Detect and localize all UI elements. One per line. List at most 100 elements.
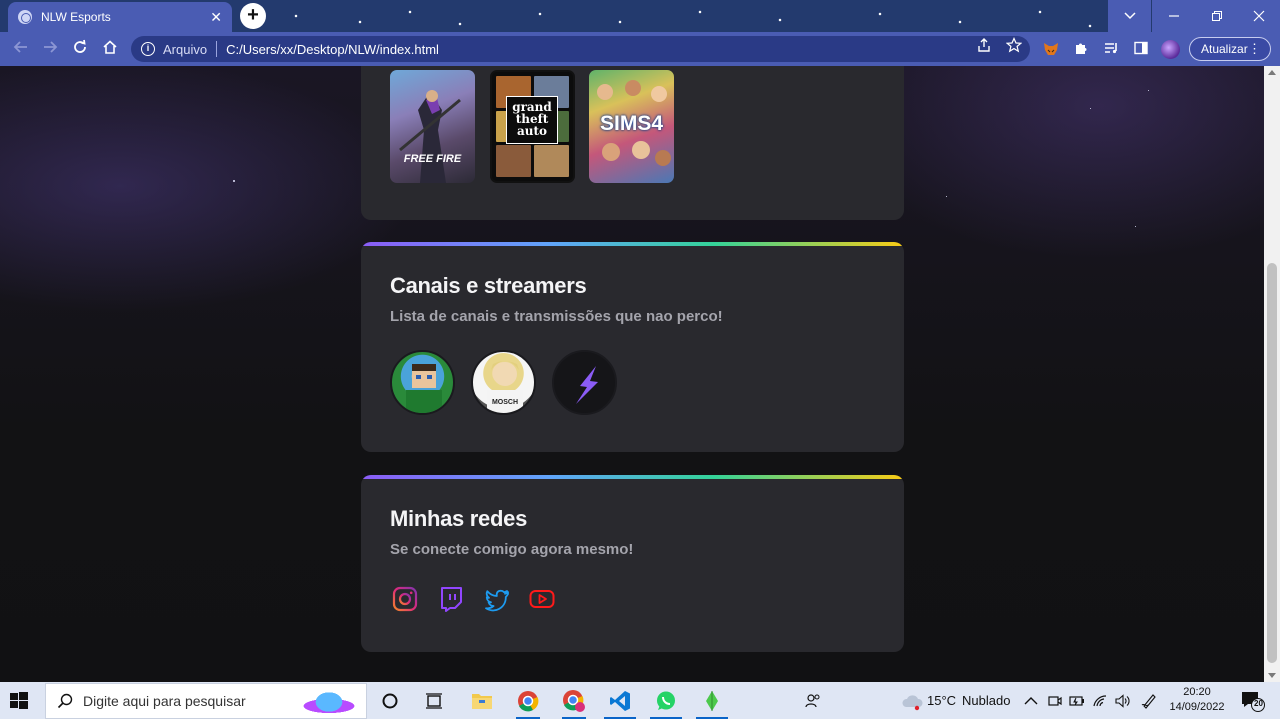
scroll-down-icon[interactable] [1268, 673, 1276, 678]
vscode-button[interactable] [604, 686, 636, 719]
share-button[interactable] [976, 37, 992, 56]
whatsapp-button[interactable] [650, 686, 682, 719]
streamers-subtitle: Lista de canais e transmissões que nao p… [390, 308, 723, 325]
fox-icon [1044, 43, 1058, 55]
cover-title: SIMS4 [599, 112, 664, 135]
volume-indicator[interactable] [1112, 686, 1134, 716]
twitter-link[interactable] [483, 585, 511, 613]
weather-widget-icon[interactable] [896, 686, 928, 716]
youtube-link[interactable] [528, 585, 556, 613]
reload-button[interactable] [69, 39, 91, 59]
chevron-down-icon [1123, 12, 1136, 20]
pen-workspace-button[interactable] [1138, 686, 1160, 716]
background-star [233, 180, 235, 182]
twitter-icon [485, 589, 509, 612]
new-tab-button[interactable]: + [240, 3, 266, 29]
chevron-up-icon [1024, 697, 1038, 705]
wifi-indicator[interactable] [1089, 686, 1111, 716]
notifications-button[interactable]: 20 [1240, 690, 1266, 712]
clock-time: 20:20 [1183, 686, 1211, 698]
side-panel-button[interactable] [1132, 40, 1150, 58]
streamer-avatar[interactable] [390, 350, 455, 415]
battery-indicator[interactable] [1066, 686, 1088, 716]
restore-icon [1211, 11, 1222, 21]
browser-tab-strip: NLW Esports ✕ + [0, 0, 1280, 32]
address-divider [216, 41, 218, 57]
vscode-icon [610, 691, 630, 711]
whatsapp-icon [657, 691, 675, 710]
lightning-logo-icon [576, 366, 598, 404]
game-cover-free-fire[interactable]: FREE FIRE [390, 70, 475, 183]
character-art [399, 90, 461, 183]
camera-icon [1048, 696, 1062, 706]
networks-card: Minhas redes Se conecte comigo agora mes… [361, 475, 904, 652]
cloud-icon [902, 695, 923, 711]
task-view-icon [426, 693, 442, 709]
background-star [1148, 90, 1149, 91]
cortana-button[interactable] [374, 686, 406, 716]
character-art: MOSCH [487, 361, 523, 413]
info-icon[interactable]: i [141, 42, 155, 56]
search-placeholder: Digite aqui para pesquisar [83, 693, 246, 709]
cortana-icon [382, 693, 398, 709]
arrow-right-icon [44, 41, 58, 53]
browser-toolbar: i Arquivo C:/Users/xx/Desktop/NLW/index.… [0, 32, 1280, 66]
tab-search-button[interactable] [1108, 0, 1151, 32]
tab-title: NLW Esports [41, 10, 111, 24]
home-button[interactable] [99, 39, 121, 59]
notification-count: 20 [1254, 699, 1263, 708]
arrow-left-icon [13, 41, 27, 53]
address-bar[interactable]: i Arquivo C:/Users/xx/Desktop/NLW/index.… [131, 36, 1030, 62]
tray-overflow-button[interactable] [1020, 686, 1042, 716]
update-button[interactable]: Atualizar ⋮ [1189, 37, 1271, 61]
share-icon [978, 38, 990, 52]
scroll-up-icon[interactable] [1268, 70, 1276, 75]
background-star [1135, 226, 1136, 227]
weather-description[interactable]: Nublado [962, 693, 1010, 708]
chrome-button[interactable] [512, 686, 544, 719]
close-window-button[interactable] [1237, 0, 1280, 32]
puzzle-icon [1076, 43, 1087, 54]
sims-launcher-button[interactable] [696, 686, 728, 719]
scrollbar-thumb[interactable] [1267, 263, 1277, 663]
chrome-icon [563, 690, 585, 712]
streamer-avatar[interactable]: MOSCH [471, 350, 536, 415]
gta-logo: grand theft auto [506, 96, 558, 144]
twitch-link[interactable] [437, 585, 465, 613]
page-scrollbar[interactable] [1264, 66, 1280, 682]
task-view-button[interactable] [418, 686, 450, 716]
update-label: Atualizar [1201, 42, 1248, 56]
browser-tab[interactable]: NLW Esports ✕ [8, 2, 232, 32]
youtube-icon [529, 590, 555, 608]
meet-now-button[interactable] [1044, 686, 1066, 716]
back-button[interactable] [10, 39, 32, 59]
address-url[interactable]: C:/Users/xx/Desktop/NLW/index.html [226, 42, 439, 57]
taskbar-clock[interactable]: 20:20 14/09/2022 [1165, 685, 1229, 715]
game-cover-sims-4[interactable]: SIMS4 [589, 70, 674, 183]
metamask-extension[interactable] [1042, 40, 1060, 58]
reload-icon [74, 39, 86, 53]
networks-title: Minhas redes [390, 506, 528, 531]
restore-button[interactable] [1195, 0, 1238, 32]
media-control-button[interactable] [1102, 40, 1120, 58]
windows-logo-icon [10, 692, 28, 709]
wifi-icon [1093, 695, 1107, 707]
chrome-profile-button[interactable] [558, 686, 590, 719]
close-tab-icon[interactable]: ✕ [210, 9, 222, 26]
bookmark-button[interactable] [1005, 37, 1023, 56]
streamer-avatar[interactable] [552, 350, 617, 415]
weather-temperature[interactable]: 15°C [927, 693, 956, 708]
more-menu-icon[interactable]: ⋮ [1248, 41, 1261, 57]
start-button[interactable] [8, 690, 30, 712]
instagram-link[interactable] [391, 585, 419, 613]
game-cover-gta-v[interactable]: grand theft auto [490, 70, 575, 183]
profile-avatar[interactable] [1161, 40, 1180, 59]
background-star [1090, 108, 1091, 109]
file-explorer-button[interactable] [466, 686, 498, 716]
forward-button[interactable] [39, 39, 61, 59]
extensions-button[interactable] [1072, 40, 1090, 58]
networks-subtitle: Se conecte comigo agora mesmo! [390, 541, 634, 558]
people-button[interactable] [797, 686, 829, 716]
minimize-button[interactable] [1152, 0, 1195, 32]
cover-title: FREE FIRE [403, 153, 462, 165]
